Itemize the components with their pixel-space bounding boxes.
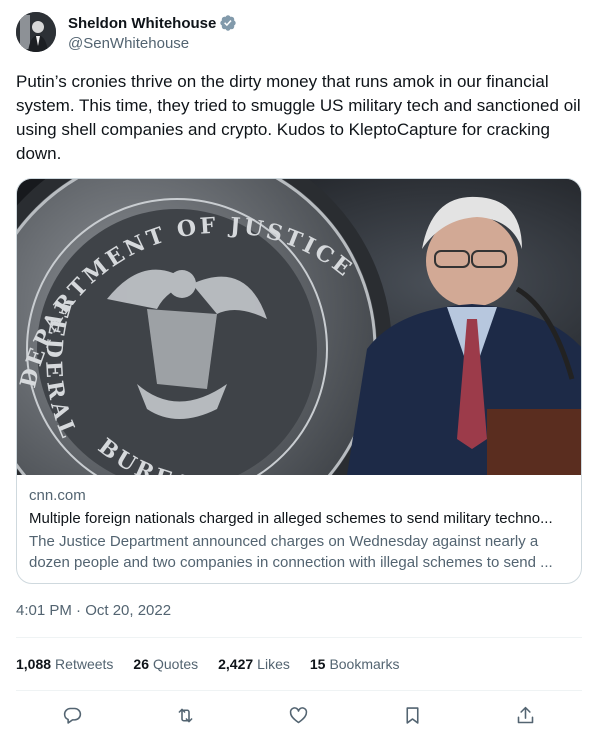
bookmarks-label: Bookmarks (329, 656, 400, 672)
bookmark-button[interactable] (395, 700, 429, 730)
link-card[interactable]: DEPARTMENT OF JUSTICE FEDERAL BUREAU OF … (16, 178, 582, 584)
quotes-label: Quotes (152, 656, 199, 672)
retweets-label: Retweets (55, 656, 114, 672)
user-handle[interactable]: @SenWhitehouse (68, 34, 237, 54)
quotes-count: 26 (133, 656, 149, 672)
card-title[interactable]: Multiple foreign nationals charged in al… (29, 508, 571, 530)
bookmarks-stat[interactable]: 15 Bookmarks (310, 656, 400, 672)
likes-label: Likes (257, 656, 290, 672)
card-domain: cnn.com (29, 487, 86, 504)
tweet-stats: 1,088 Retweets 26 Quotes 2,427 Likes 15 … (16, 652, 419, 676)
tweet-timestamp[interactable]: 4:01 PM · Oct 20, 2022 (16, 600, 171, 622)
quotes-stat[interactable]: 26 Quotes (133, 656, 198, 672)
verified-badge-icon (219, 14, 237, 32)
divider (16, 690, 582, 691)
likes-stat[interactable]: 2,427 Likes (218, 656, 290, 672)
reply-icon (63, 707, 82, 724)
card-description: The Justice Department announced charges… (29, 533, 553, 571)
tweet-actions (16, 700, 582, 730)
retweet-button[interactable] (169, 700, 203, 730)
share-icon (517, 706, 534, 723)
retweet-icon (178, 708, 193, 722)
retweets-stat[interactable]: 1,088 Retweets (16, 656, 113, 672)
divider (16, 637, 582, 638)
card-image[interactable]: DEPARTMENT OF JUSTICE FEDERAL BUREAU OF … (17, 179, 581, 475)
retweets-count: 1,088 (16, 656, 52, 672)
tweet-header: Sheldon Whitehouse @SenWhitehouse (16, 12, 582, 56)
avatar[interactable] (16, 12, 56, 52)
reply-button[interactable] (56, 700, 90, 730)
share-button[interactable] (508, 700, 542, 730)
bookmark-icon (406, 706, 419, 724)
like-button[interactable] (282, 700, 316, 730)
display-name[interactable]: Sheldon Whitehouse (68, 15, 216, 32)
likes-count: 2,427 (218, 656, 254, 672)
tweet-text: Putin’s cronies thrive on the dirty mone… (16, 72, 581, 163)
bookmarks-count: 15 (309, 656, 326, 672)
heart-icon (290, 706, 308, 723)
